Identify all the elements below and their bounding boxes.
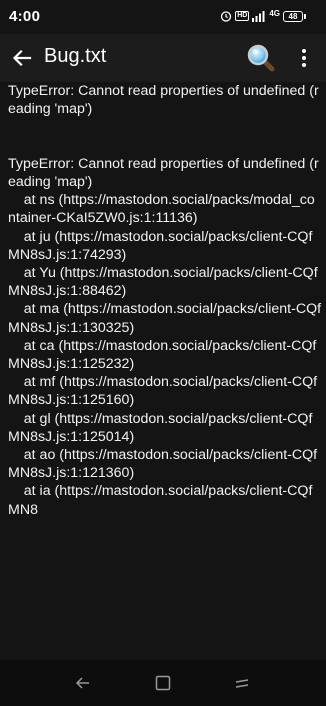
- nav-recents-button[interactable]: [149, 670, 177, 696]
- nav-home-button[interactable]: [228, 670, 256, 696]
- more-options-button[interactable]: [290, 42, 318, 74]
- more-vert-icon: [302, 49, 306, 67]
- status-bar: 4:00 HD 4G 48: [0, 0, 326, 34]
- nav-back-button[interactable]: [69, 670, 97, 696]
- search-magnifier-icon: [247, 44, 275, 72]
- recents-icon: [155, 675, 171, 691]
- back-button[interactable]: [6, 42, 38, 74]
- back-nav-icon: [75, 677, 89, 689]
- arrow-left-icon: [12, 49, 32, 67]
- page-title: Bug.txt: [44, 45, 107, 67]
- app-bar: Bug.txt: [0, 34, 326, 82]
- status-icons: HD 4G 48: [220, 9, 306, 23]
- signal-icon: [252, 11, 265, 22]
- file-text[interactable]: TypeError: Cannot read properties of und…: [0, 82, 322, 519]
- network-4g-icon: 4G: [269, 9, 280, 18]
- hd-icon: HD: [235, 11, 250, 21]
- battery-icon: 48: [283, 10, 306, 22]
- alarm-icon: [221, 11, 232, 22]
- file-content-area[interactable]: TypeError: Cannot read properties of und…: [0, 82, 326, 660]
- navigation-bar: [0, 660, 326, 706]
- battery-level: 48: [283, 10, 303, 22]
- status-time: 4:00: [9, 8, 41, 25]
- search-button[interactable]: [243, 40, 279, 76]
- home-gesture-icon: [235, 679, 249, 688]
